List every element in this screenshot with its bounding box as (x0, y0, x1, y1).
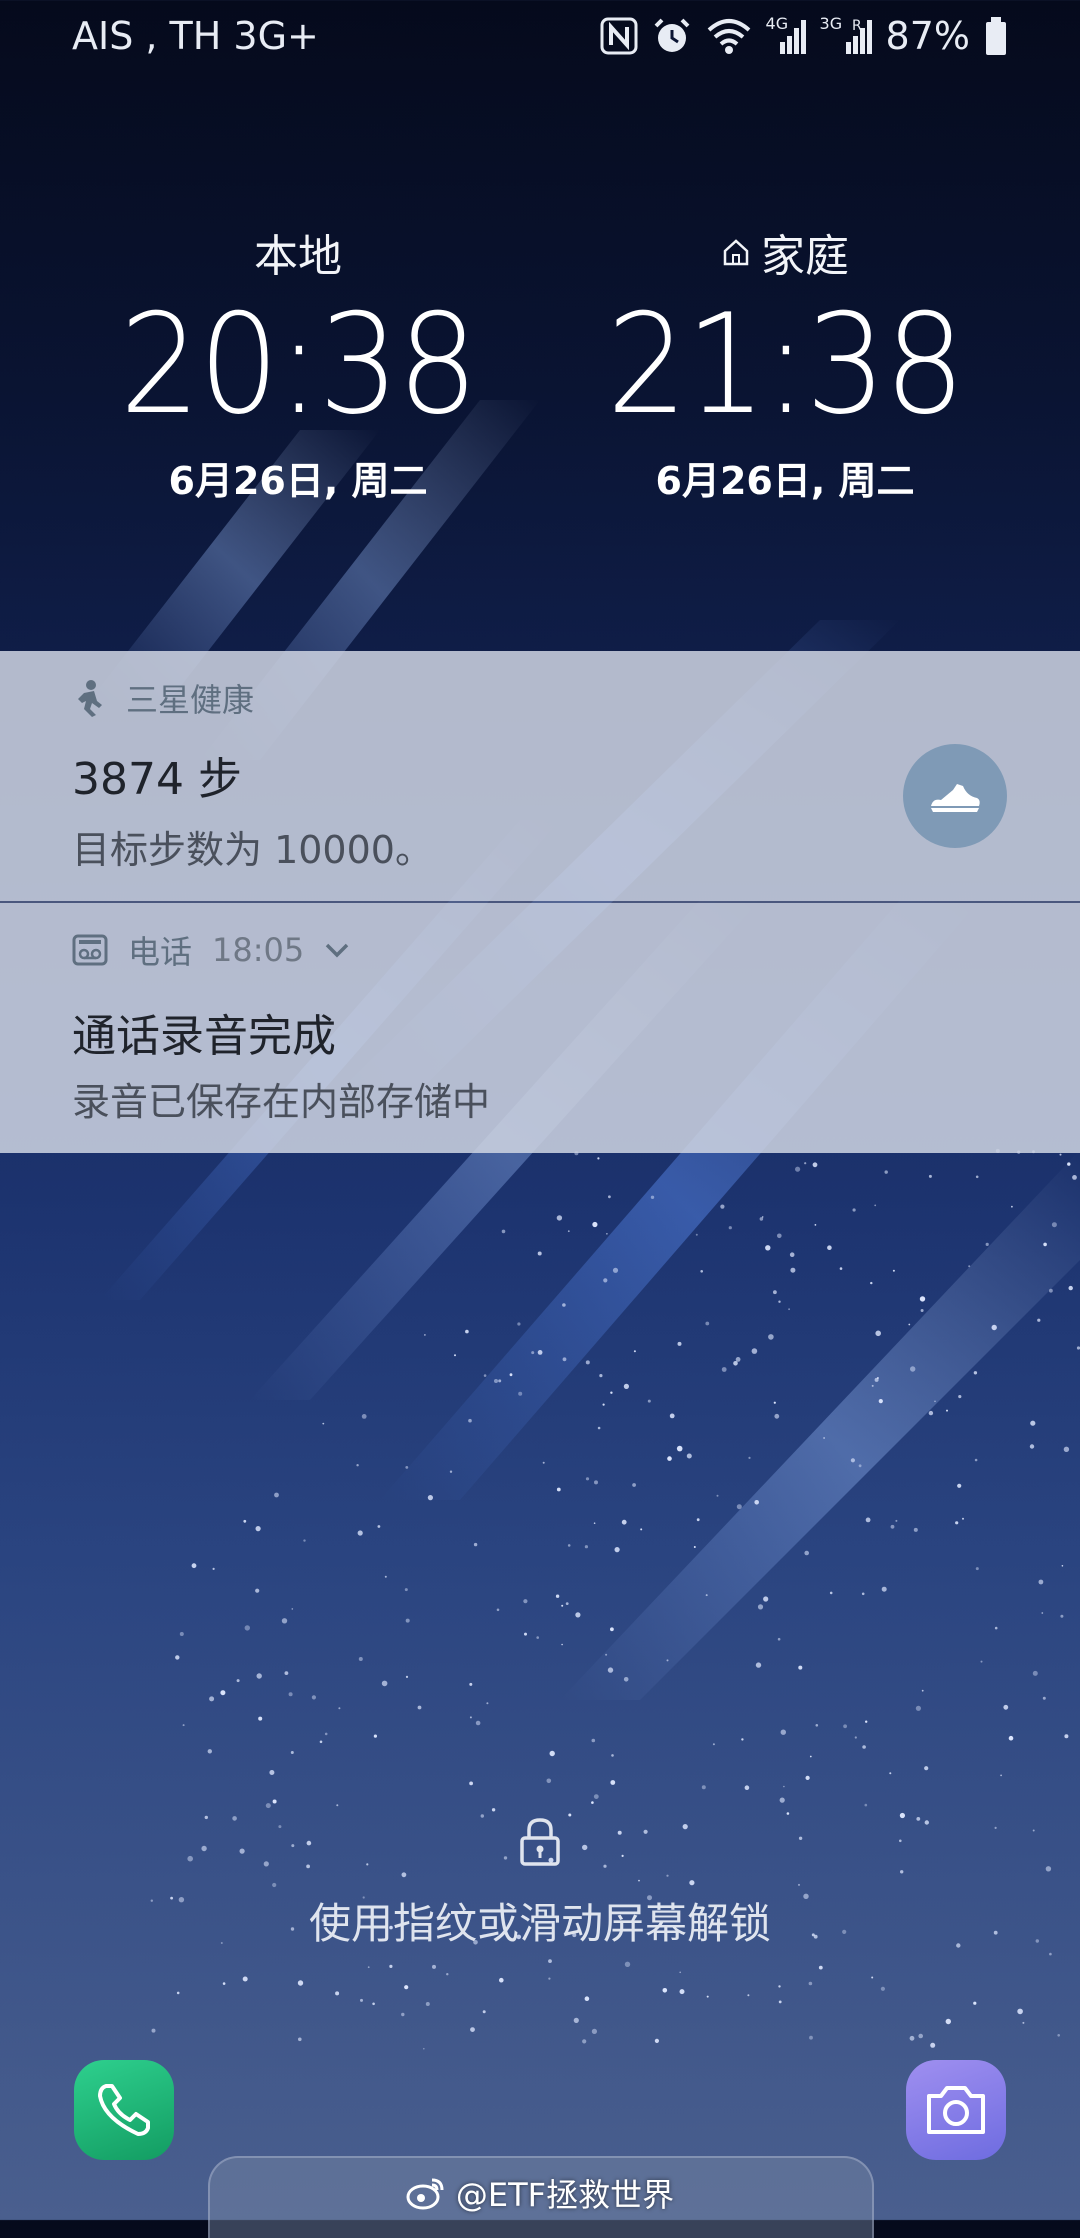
notification-title: 通话录音完成 (72, 1011, 336, 1062)
notification-header: 电话 18:05 (72, 927, 350, 973)
home-clock: 家庭 21:38 6月26日, 周二 (555, 222, 1015, 505)
wifi-icon (707, 19, 750, 54)
battery-percent: 87% (885, 14, 970, 58)
notification-text: 录音已保存在内部存储中 (72, 1080, 491, 1124)
phone-shortcut[interactable] (74, 2060, 174, 2160)
signal-3g-roaming-icon: 3G R (819, 14, 872, 56)
home-date: 6月26日, 周二 (655, 459, 915, 503)
weibo-icon (406, 2178, 444, 2210)
home-icon (723, 239, 749, 266)
voicemail-icon (72, 934, 108, 966)
battery-icon (986, 17, 1006, 55)
health-action-button[interactable] (903, 744, 1007, 848)
local-clock-label: 本地 (68, 222, 528, 282)
samsung-health-icon (78, 680, 102, 717)
phone-icon (98, 2084, 150, 2136)
call-recording-notification[interactable]: 电话 18:05 通话录音完成 录音已保存在内部存储中 (0, 903, 1080, 1153)
status-bar: AIS , TH 3G+ 4G 3G R 87% (0, 0, 1080, 72)
home-clock-label: 家庭 (555, 222, 1015, 282)
home-label-text: 家庭 (761, 231, 849, 282)
health-notification[interactable]: 三星健康 3874 步 目标步数为 10000。 (0, 651, 1080, 901)
carrier-label: AIS , TH 3G+ (72, 14, 319, 58)
local-time: 20:38 (119, 284, 479, 445)
lock-icon (520, 1818, 560, 1866)
alarm-icon (654, 18, 689, 52)
notification-time: 18:05 (212, 931, 305, 969)
home-time: 21:38 (606, 284, 966, 445)
nfc-icon (600, 17, 638, 55)
notification-app-name: 电话 (128, 933, 193, 971)
unlock-hint: 使用指纹或滑动屏幕解锁 (308, 1899, 771, 1948)
camera-shortcut[interactable] (906, 2060, 1006, 2160)
camera-icon (927, 2086, 985, 2134)
signal-4g-icon: 4G (765, 14, 806, 56)
watermark-text: @ETF拯救世界 (455, 2176, 675, 2214)
local-clock: 本地 20:38 6月26日, 周二 (68, 222, 528, 505)
notification-header: 三星健康 (72, 675, 254, 721)
status-icons: 4G 3G R 87% (600, 12, 1008, 60)
watermark: @ETF拯救世界 (0, 2170, 1080, 2216)
chevron-down-icon[interactable] (324, 940, 350, 960)
shoe-icon (931, 784, 980, 812)
notification-app-name: 三星健康 (126, 681, 255, 719)
network-type-label: 3G (819, 14, 843, 33)
local-date: 6月26日, 周二 (168, 459, 428, 503)
local-label-text: 本地 (254, 231, 342, 282)
network-type-label: 4G (765, 14, 789, 33)
notification-text: 目标步数为 10000。 (72, 828, 433, 872)
notification-title: 3874 步 (72, 754, 242, 805)
